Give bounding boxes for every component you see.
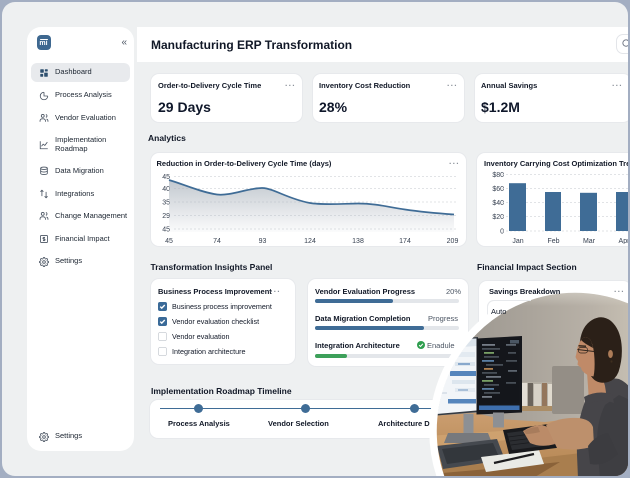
svg-text:45: 45 xyxy=(162,174,170,181)
svg-text:Jan: Jan xyxy=(512,238,523,244)
svg-text:138: 138 xyxy=(352,238,364,244)
svg-text:0: 0 xyxy=(500,229,504,236)
svg-text:29: 29 xyxy=(162,213,170,220)
svg-text:174: 174 xyxy=(399,238,411,244)
svg-text:$60: $60 xyxy=(492,186,504,193)
svg-text:35: 35 xyxy=(162,200,170,207)
svg-text:$80: $80 xyxy=(492,172,504,179)
svg-text:Mar: Mar xyxy=(583,238,596,244)
svg-text:209: 209 xyxy=(447,238,459,244)
svg-text:$20: $20 xyxy=(492,214,504,221)
svg-text:93: 93 xyxy=(259,238,267,244)
svg-text:74: 74 xyxy=(213,238,221,244)
svg-text:124: 124 xyxy=(304,238,316,244)
svg-text:45: 45 xyxy=(165,238,173,244)
svg-text:Feb: Feb xyxy=(547,238,559,244)
svg-text:45: 45 xyxy=(162,227,170,234)
svg-text:Apr: Apr xyxy=(619,238,628,244)
svg-text:$40: $40 xyxy=(492,200,504,207)
svg-text:40: 40 xyxy=(162,186,170,193)
